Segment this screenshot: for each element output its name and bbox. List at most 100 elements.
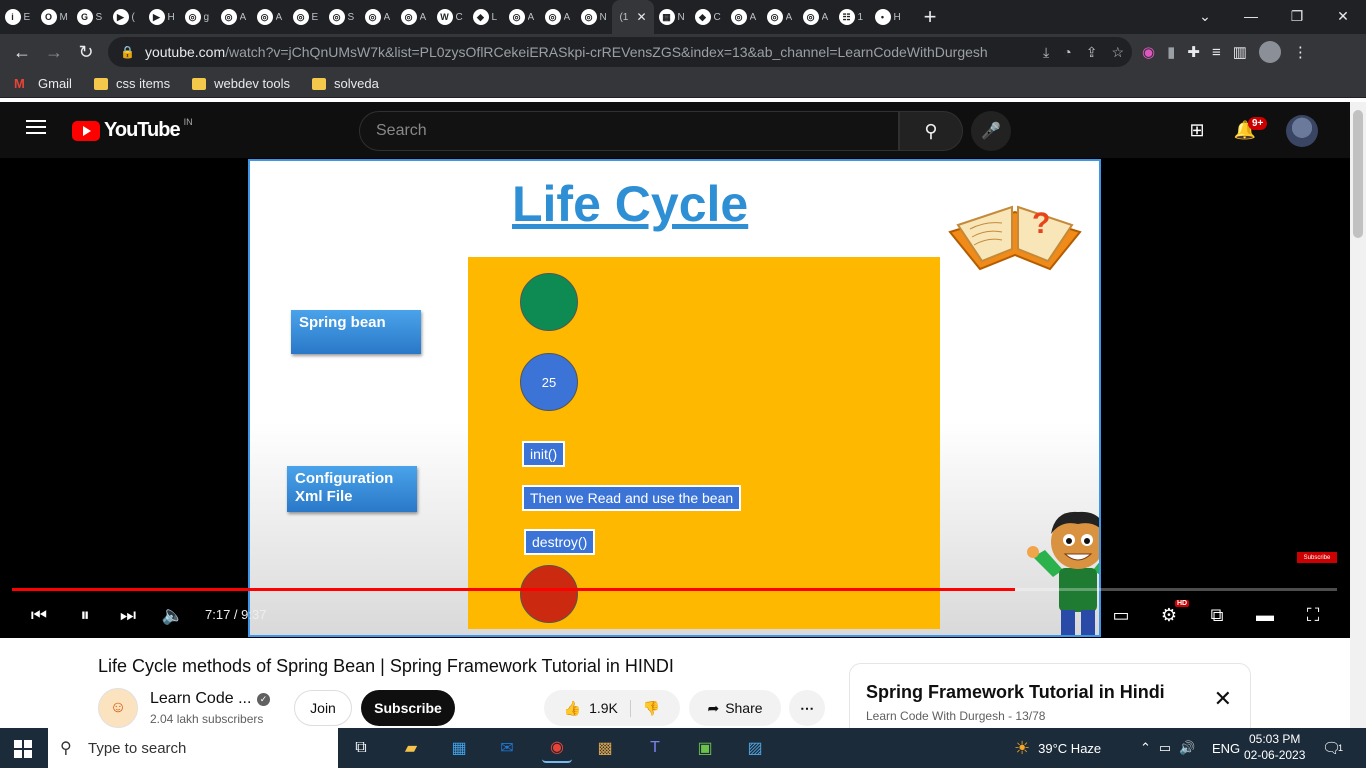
taskbar-search-input[interactable]: ⚲ Type to search bbox=[48, 728, 338, 768]
subtitles-icon[interactable]: ▭ bbox=[1108, 602, 1134, 628]
thumbs-down-icon[interactable]: 👎 bbox=[637, 700, 660, 717]
share-button[interactable]: ➦ Share bbox=[689, 690, 781, 726]
tab-search-icon[interactable]: ⌄ bbox=[1182, 0, 1228, 32]
tab-6[interactable]: ◎ A bbox=[216, 0, 252, 34]
voice-search-button[interactable]: 🎤 bbox=[971, 111, 1011, 151]
next-icon[interactable]: ⏭ bbox=[115, 602, 141, 628]
photos-icon[interactable]: ▨ bbox=[740, 733, 770, 763]
taskbar-clock[interactable]: 05:03 PM 02-06-2023 bbox=[1244, 731, 1305, 763]
restore-button[interactable]: ❐ bbox=[1274, 0, 1320, 32]
remote-desktop-icon[interactable]: ▣ bbox=[690, 733, 720, 763]
page-scrollbar[interactable] bbox=[1350, 102, 1366, 728]
tab-14[interactable]: ◎ A bbox=[504, 0, 540, 34]
side-panel-icon[interactable]: ▥ bbox=[1233, 43, 1247, 61]
previous-icon[interactable]: ⏮ bbox=[26, 602, 52, 628]
tab-5[interactable]: ◎ g bbox=[180, 0, 216, 34]
tab-16[interactable]: ◎ N bbox=[576, 0, 612, 34]
bookmark-css-items[interactable]: css items bbox=[93, 76, 170, 91]
menu-kebab-icon[interactable]: ⋮ bbox=[1293, 43, 1308, 61]
chevron-up-icon[interactable]: ⌃ bbox=[1140, 740, 1151, 756]
like-button[interactable]: 👍 1.9K bbox=[564, 699, 631, 717]
lock-icon[interactable]: 🔒 bbox=[120, 45, 135, 59]
subscribe-watermark[interactable]: Subscribe bbox=[1297, 552, 1337, 563]
tab-4[interactable]: ▶ H bbox=[144, 0, 180, 34]
install-icon[interactable]: ⤓ bbox=[1043, 44, 1049, 61]
tab-active-youtube[interactable]: (1 ✕ bbox=[612, 0, 654, 34]
forward-icon[interactable]: → bbox=[38, 36, 70, 68]
extension-icon[interactable]: ▮ bbox=[1167, 43, 1175, 61]
tab-1[interactable]: OM bbox=[36, 0, 72, 34]
tab-8[interactable]: ◎ E bbox=[288, 0, 324, 34]
tab-after-0[interactable]: ▦ N bbox=[654, 0, 690, 34]
share-page-icon[interactable]: ⇪ bbox=[1086, 44, 1098, 61]
tab-label: S bbox=[95, 11, 103, 23]
bookmark-star-icon[interactable]: ☆ bbox=[1111, 44, 1124, 61]
tab-after-5[interactable]: ☷ 1 bbox=[834, 0, 870, 34]
bookmark-webdev-tools[interactable]: webdev tools bbox=[192, 76, 290, 91]
video-player[interactable]: Life Cycle ? Spring bean Configuration X… bbox=[0, 158, 1350, 638]
game-app-icon[interactable]: ▩ bbox=[590, 733, 620, 763]
minimize-button[interactable]: — bbox=[1228, 0, 1274, 32]
tab-12[interactable]: WC bbox=[432, 0, 468, 34]
progress-bar[interactable] bbox=[12, 588, 1337, 591]
teams-icon[interactable]: T bbox=[640, 733, 670, 763]
profile-avatar[interactable] bbox=[1258, 41, 1281, 63]
language-indicator[interactable]: ENG bbox=[1212, 728, 1240, 768]
colorpicker-extension-icon[interactable]: ◉ bbox=[1142, 43, 1155, 61]
search-input[interactable]: Search bbox=[359, 111, 899, 151]
tab-11[interactable]: ◎ A bbox=[396, 0, 432, 34]
tab-7[interactable]: ◎ A bbox=[252, 0, 288, 34]
tab-after-2[interactable]: ◎ A bbox=[726, 0, 762, 34]
tab-after-4[interactable]: ◎ A bbox=[798, 0, 834, 34]
task-view-icon[interactable]: ⧉ bbox=[346, 733, 376, 763]
weather-widget[interactable]: ☀ 39°C Haze bbox=[1014, 728, 1101, 768]
tab-2[interactable]: GS bbox=[72, 0, 108, 34]
reload-icon[interactable]: ↻ bbox=[70, 36, 102, 68]
create-video-icon[interactable]: ⊞ bbox=[1185, 118, 1209, 142]
tab-3[interactable]: ▶( bbox=[108, 0, 144, 34]
outlook-icon[interactable]: ✉ bbox=[492, 733, 522, 763]
subscribe-button[interactable]: Subscribe bbox=[361, 690, 455, 726]
join-button[interactable]: Join bbox=[294, 690, 352, 726]
tab-10[interactable]: ◎ A bbox=[360, 0, 396, 34]
tab-after-3[interactable]: ◎ A bbox=[762, 0, 798, 34]
tab-15[interactable]: ◎ A bbox=[540, 0, 576, 34]
new-tab-button[interactable]: + bbox=[914, 1, 946, 33]
store-icon[interactable]: ▦ bbox=[444, 733, 474, 763]
youtube-logo[interactable]: YouTube IN bbox=[72, 117, 193, 142]
window-close-button[interactable]: ✕ bbox=[1320, 0, 1366, 32]
chrome-icon[interactable]: ◉ bbox=[542, 733, 572, 763]
user-avatar[interactable] bbox=[1286, 115, 1318, 147]
menu-icon[interactable] bbox=[26, 120, 46, 134]
channel-name[interactable]: Learn Code ... bbox=[150, 690, 251, 708]
pause-icon[interactable]: ⏸ bbox=[72, 602, 98, 628]
media-control-icon[interactable]: ≡ bbox=[1212, 44, 1221, 61]
windows-start-icon[interactable] bbox=[14, 740, 32, 758]
theater-mode-icon[interactable]: ▬ bbox=[1252, 602, 1278, 628]
tab-after-1[interactable]: ◆ C bbox=[690, 0, 726, 34]
address-bar[interactable]: 🔒 youtube.com/watch?v=jChQnUMsW7k&list=P… bbox=[108, 37, 1132, 67]
miniplayer-icon[interactable]: ⧉ bbox=[1204, 602, 1230, 628]
more-actions-button[interactable]: ⋯ bbox=[789, 690, 825, 726]
bookmark-solveda[interactable]: solveda bbox=[312, 76, 379, 91]
volume-icon[interactable]: 🔈 bbox=[160, 602, 186, 628]
tab-13[interactable]: ◆ L bbox=[468, 0, 504, 34]
bookmark-gmail[interactable]: M Gmail bbox=[14, 76, 72, 91]
tab-9[interactable]: ◎ S bbox=[324, 0, 360, 34]
extensions-puzzle-icon[interactable]: ✚ bbox=[1187, 43, 1200, 61]
battery-icon[interactable]: ▭ bbox=[1159, 740, 1171, 756]
search-button[interactable]: ⚲ bbox=[899, 111, 963, 151]
tab-after-6[interactable]: • H bbox=[870, 0, 906, 34]
fullscreen-icon[interactable]: ⛶ bbox=[1300, 602, 1326, 628]
file-explorer-icon[interactable]: ▰ bbox=[396, 733, 426, 763]
channel-avatar[interactable]: ☺ bbox=[98, 688, 138, 728]
close-icon[interactable]: ✕ bbox=[1214, 686, 1232, 712]
notification-center-icon[interactable]: 🗨 1 bbox=[1322, 728, 1343, 768]
tab-0[interactable]: iE bbox=[0, 0, 36, 34]
back-icon[interactable]: ← bbox=[6, 36, 38, 68]
speaker-icon[interactable]: 🔊 bbox=[1179, 740, 1195, 756]
playlist-title[interactable]: Spring Framework Tutorial in Hindi bbox=[866, 682, 1165, 703]
performance-icon[interactable]: ◔ bbox=[1063, 44, 1071, 60]
close-icon[interactable]: ✕ bbox=[636, 10, 646, 24]
scrollbar-thumb[interactable] bbox=[1353, 110, 1363, 238]
